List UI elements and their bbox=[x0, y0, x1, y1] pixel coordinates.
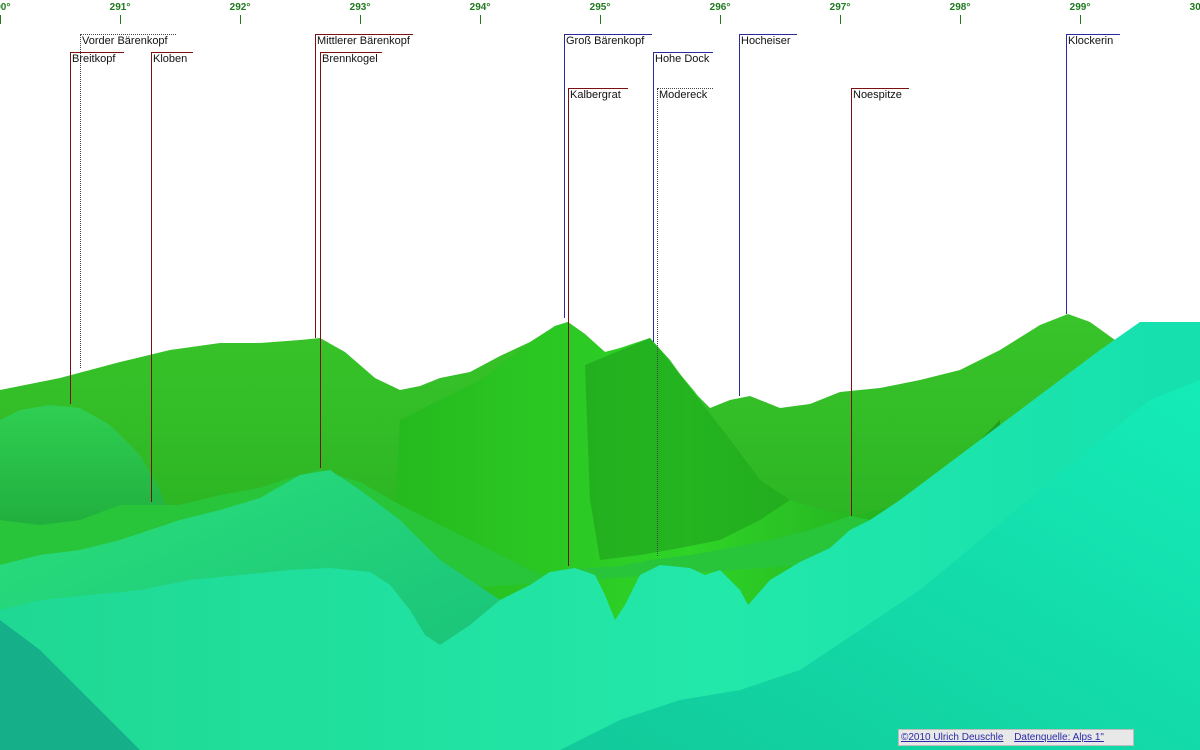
peak-leader-line bbox=[80, 34, 82, 368]
bearing-tick-label: 299° bbox=[1069, 2, 1091, 13]
peak-label[interactable]: Brennkogel bbox=[320, 53, 381, 66]
bearing-tick-label: 298° bbox=[949, 2, 971, 13]
peak-leader-line bbox=[851, 88, 852, 516]
copyright-link[interactable]: ©2010 Ulrich Deuschle bbox=[901, 732, 1003, 743]
peak-leader-line bbox=[315, 34, 316, 338]
bearing-tick-mark bbox=[240, 15, 241, 24]
bearing-tick-label: 300° bbox=[1189, 2, 1200, 13]
bearing-tick-label: 296° bbox=[709, 2, 731, 13]
peak-label[interactable]: Kalbergrat bbox=[568, 89, 624, 102]
bearing-tick-label: 291° bbox=[109, 2, 131, 13]
peak-label[interactable]: Modereck bbox=[657, 89, 710, 102]
bearing-tick-mark bbox=[120, 15, 121, 24]
peak-label[interactable]: Hohe Dock bbox=[653, 53, 712, 66]
peak-label[interactable]: Mittlerer Bärenkopf bbox=[315, 35, 413, 48]
data-source-link[interactable]: Datenquelle: Alps 1" bbox=[1014, 732, 1104, 743]
peak-label[interactable]: Kloben bbox=[151, 53, 190, 66]
peak-leader-line bbox=[564, 34, 565, 318]
bearing-tick-label: 297° bbox=[829, 2, 851, 13]
peak-label[interactable]: Hocheiser bbox=[739, 35, 794, 48]
peak-label[interactable]: Vorder Bärenkopf bbox=[80, 35, 171, 48]
credits-bar: ©2010 Ulrich Deuschle Datenquelle: Alps … bbox=[898, 729, 1134, 746]
peak-label[interactable]: Groß Bärenkopf bbox=[564, 35, 647, 48]
peak-label[interactable]: Klockerin bbox=[1066, 35, 1116, 48]
peak-label[interactable]: Noespitze bbox=[851, 89, 905, 102]
peak-leader-line bbox=[320, 52, 321, 468]
peak-leader-line bbox=[653, 52, 654, 342]
bearing-tick-mark bbox=[960, 15, 961, 24]
peak-leader-line bbox=[151, 52, 152, 502]
peak-leader-line bbox=[657, 88, 659, 556]
bearing-tick-mark bbox=[360, 15, 361, 24]
peak-leader-line bbox=[70, 52, 71, 404]
bearing-tick-mark bbox=[480, 15, 481, 24]
bearing-tick-label: 292° bbox=[229, 2, 251, 13]
terrain-view bbox=[0, 314, 1200, 750]
bearing-tick-label: 293° bbox=[349, 2, 371, 13]
bearing-tick-mark bbox=[600, 15, 601, 24]
bearing-tick-mark bbox=[720, 15, 721, 24]
bearing-tick-label: 290° bbox=[0, 2, 11, 13]
bearing-tick-label: 294° bbox=[469, 2, 491, 13]
bearing-tick-mark bbox=[840, 15, 841, 24]
bearing-tick-mark bbox=[0, 15, 1, 24]
panorama: 290° 291° 292° 293° 294° 295° 296° 297° 298° 299°… bbox=[0, 0, 1200, 750]
peak-leader-line bbox=[568, 88, 569, 566]
peak-leader-line bbox=[739, 34, 740, 396]
peak-label[interactable]: Breitkopf bbox=[70, 53, 118, 66]
peak-leader-line bbox=[1066, 34, 1067, 314]
bearing-tick-mark bbox=[1080, 15, 1081, 24]
bearing-tick-label: 295° bbox=[589, 2, 611, 13]
